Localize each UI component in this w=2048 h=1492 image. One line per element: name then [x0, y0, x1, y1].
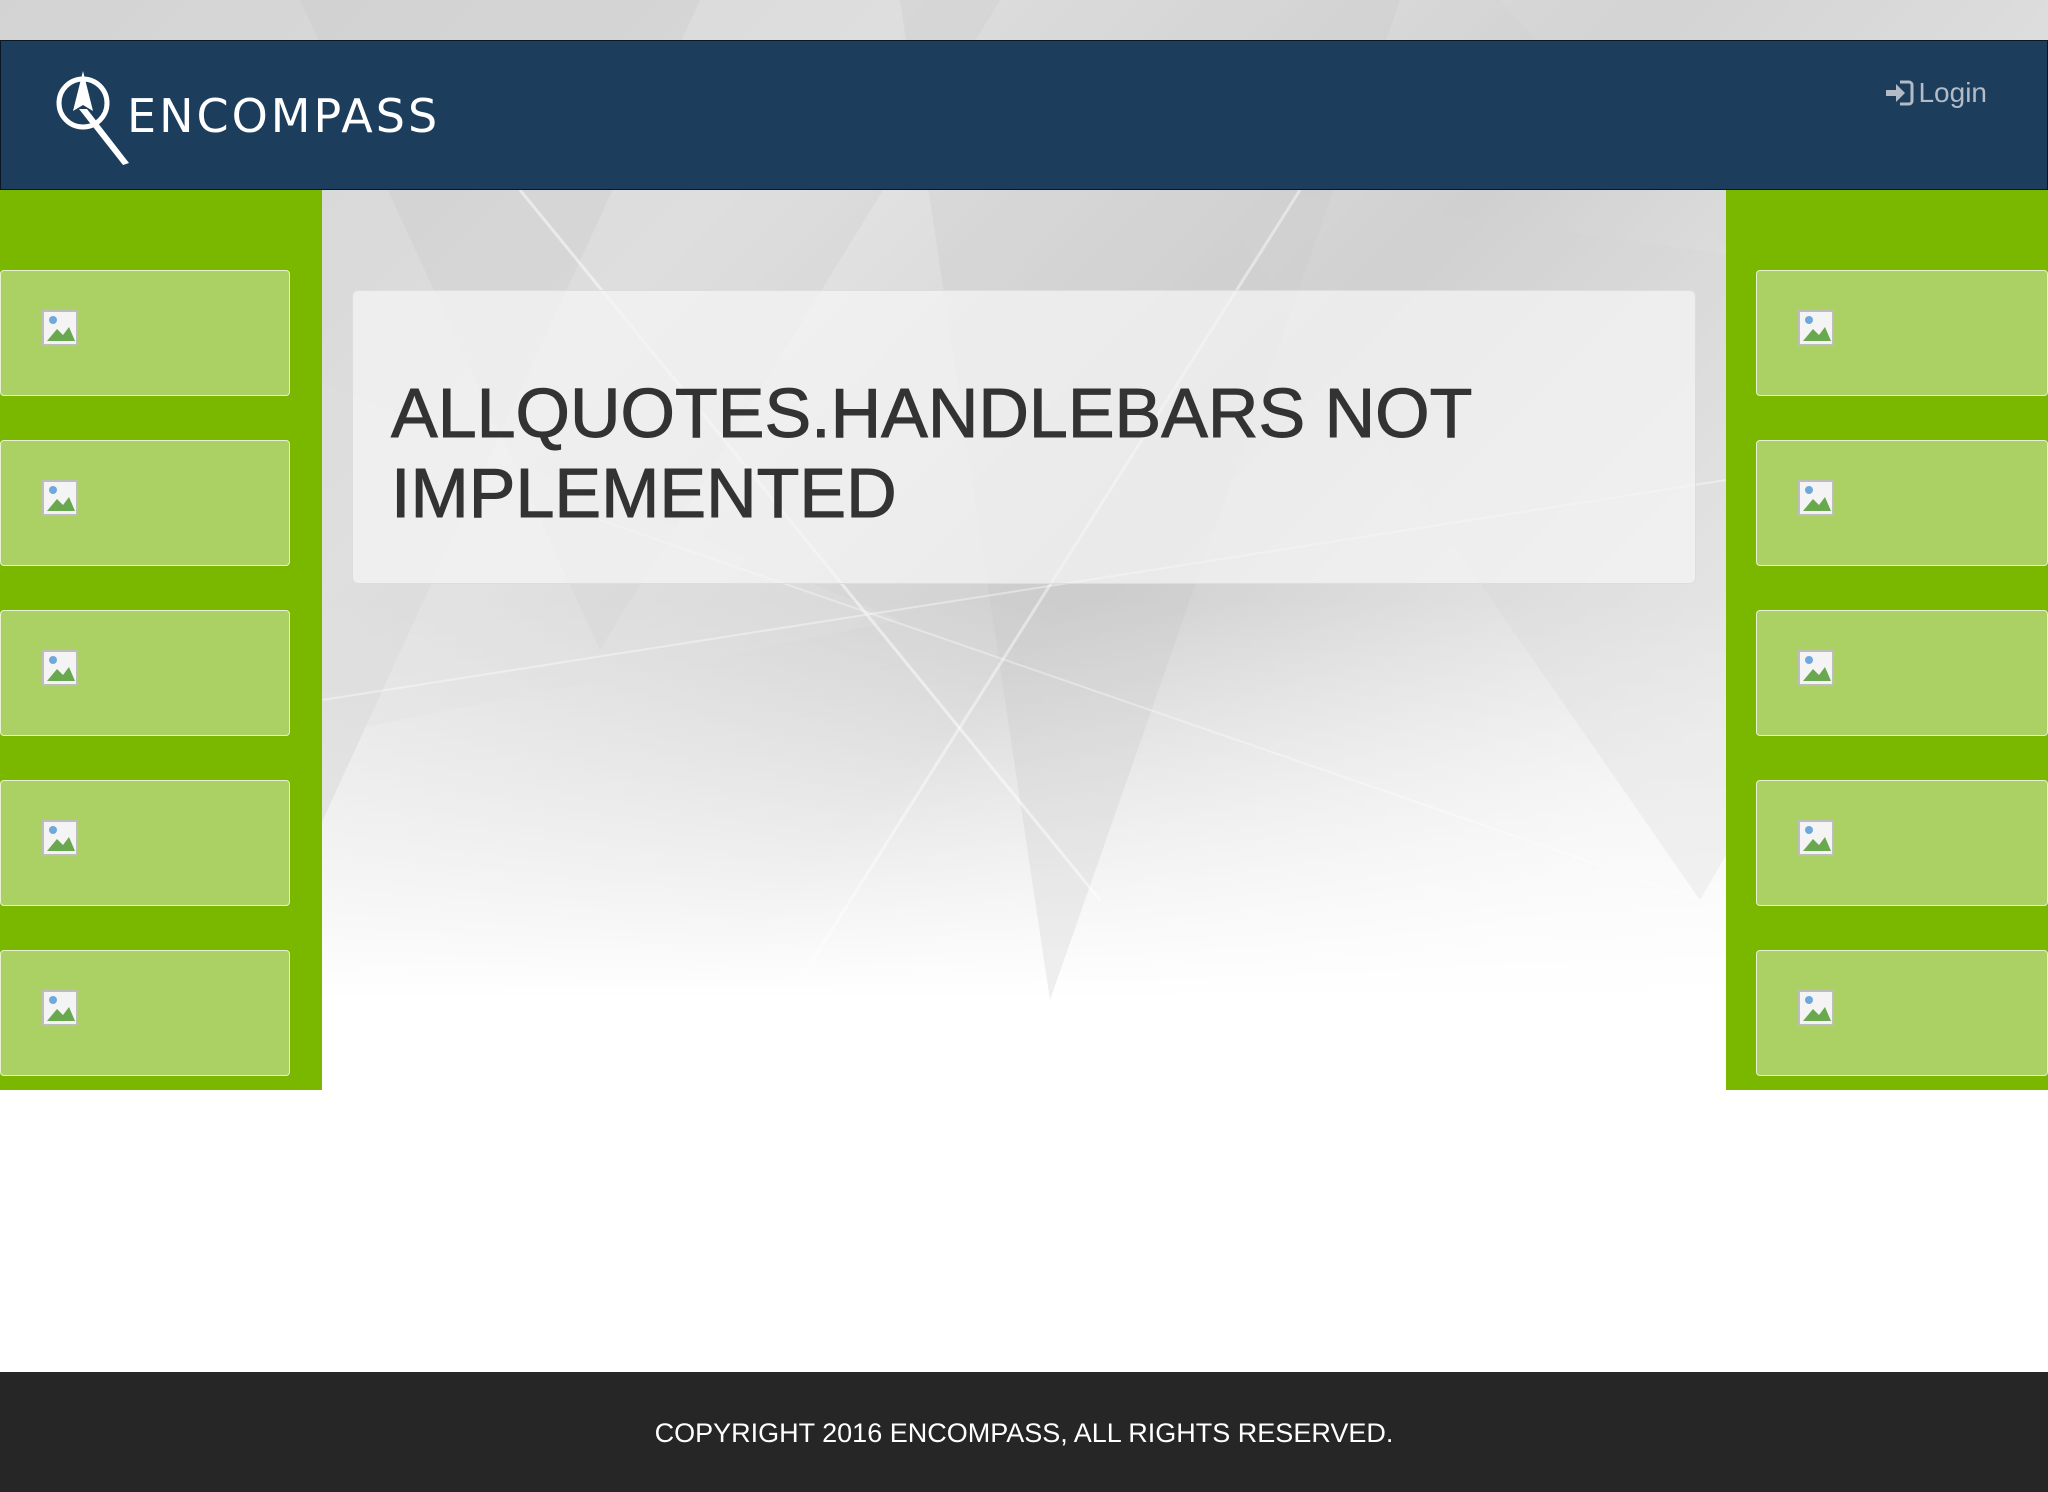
not-implemented-message: ALLQUOTES.HANDLEBARS NOT IMPLEMENTED: [391, 374, 1472, 533]
right-tile-3[interactable]: [1756, 610, 2048, 736]
left-tile-5[interactable]: [0, 950, 290, 1076]
broken-image-icon: [1798, 310, 1834, 346]
left-tile-4[interactable]: [0, 780, 290, 906]
top-navbar: ENCOMPASS Login: [0, 40, 2048, 190]
right-tile-2[interactable]: [1756, 440, 2048, 566]
right-tile-1[interactable]: [1756, 270, 2048, 396]
broken-image-icon: [1798, 990, 1834, 1026]
copyright-text: COPYRIGHT 2016 ENCOMPASS, ALL RIGHTS RES…: [654, 1418, 1394, 1448]
broken-image-icon: [42, 650, 78, 686]
left-tile-3[interactable]: [0, 610, 290, 736]
content-panel: ALLQUOTES.HANDLEBARS NOT IMPLEMENTED: [352, 290, 1696, 584]
footer: COPYRIGHT 2016 ENCOMPASS, ALL RIGHTS RES…: [0, 1372, 2048, 1492]
compass-logo-icon: [56, 71, 129, 165]
broken-image-icon: [42, 990, 78, 1026]
left-tile-2[interactable]: [0, 440, 290, 566]
brand-name: ENCOMPASS: [127, 89, 441, 143]
right-tile-4[interactable]: [1756, 780, 2048, 906]
right-sidebar: [1726, 190, 2048, 1090]
broken-image-icon: [42, 820, 78, 856]
sign-in-icon: [1886, 80, 1914, 106]
broken-image-icon: [42, 480, 78, 516]
encompass-logo[interactable]: ENCOMPASS: [53, 65, 440, 165]
broken-image-icon: [1798, 650, 1834, 686]
broken-image-icon: [1798, 480, 1834, 516]
left-sidebar: [0, 190, 322, 1090]
right-tile-5[interactable]: [1756, 950, 2048, 1076]
broken-image-icon: [1798, 820, 1834, 856]
left-tile-1[interactable]: [0, 270, 290, 396]
login-link[interactable]: Login: [1884, 77, 1987, 109]
broken-image-icon: [42, 310, 78, 346]
login-label: Login: [1918, 77, 1987, 108]
